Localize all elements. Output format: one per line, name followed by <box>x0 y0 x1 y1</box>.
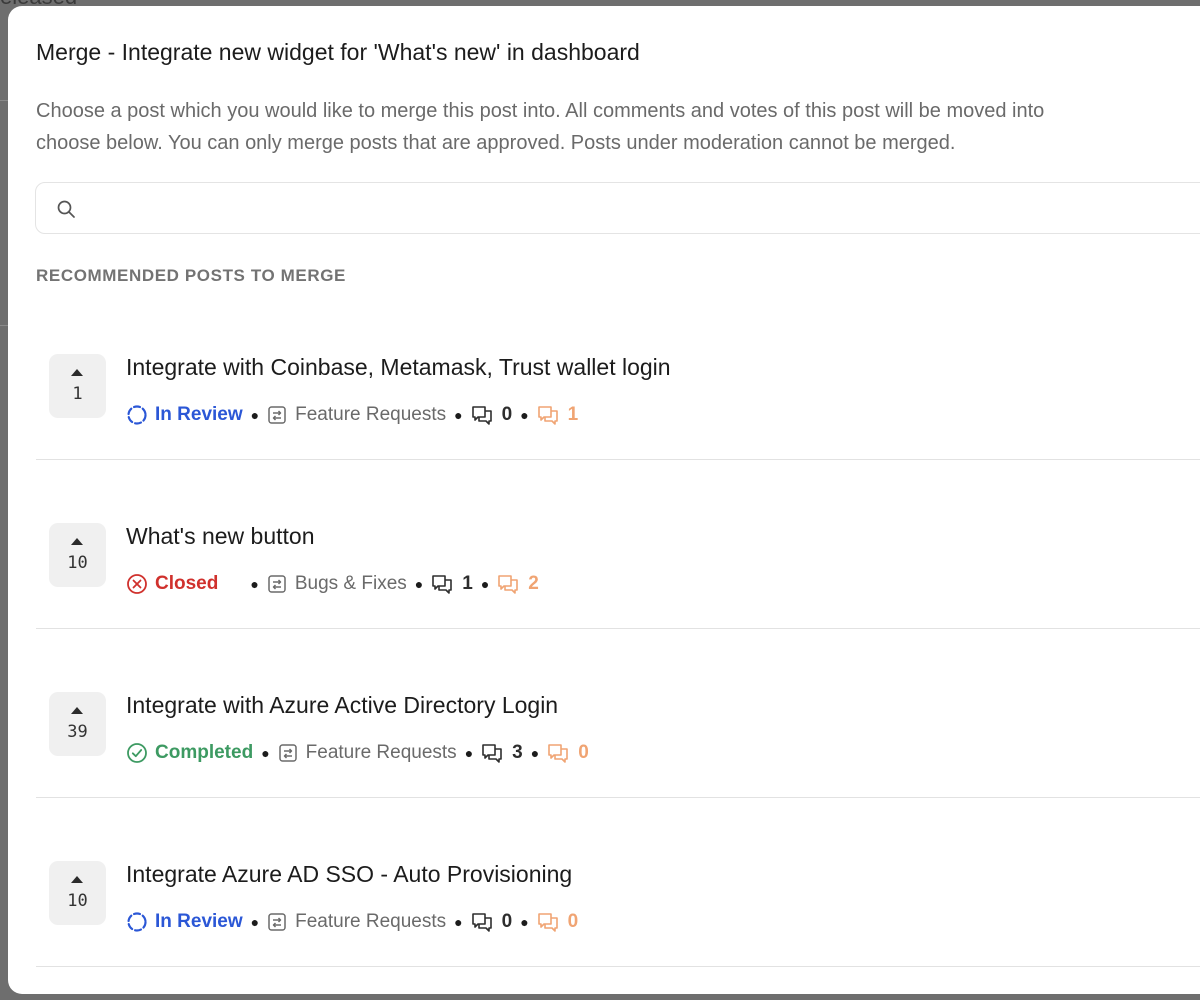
internal-comment-count-value: 2 <box>528 573 539 594</box>
upvote-button[interactable]: 39 <box>49 692 106 756</box>
vote-count: 10 <box>67 891 88 911</box>
post-row[interactable]: 39 Integrate with Azure Active Directory… <box>36 630 1200 798</box>
comment-count-value: 1 <box>462 573 473 594</box>
separator-dot: ● <box>454 407 463 423</box>
board-name: Feature Requests <box>295 911 447 932</box>
status-label: Completed <box>155 742 254 763</box>
merge-modal: Merge - Integrate new widget for 'What's… <box>8 6 1200 994</box>
modal-title: Merge - Integrate new widget for 'What's… <box>36 39 640 65</box>
status-label: In Review <box>155 911 243 932</box>
internal-comment-count-value: 1 <box>567 404 579 425</box>
comment-count: 1 <box>431 573 473 595</box>
internal-comments-icon <box>537 405 568 425</box>
status-badge: In Review <box>126 911 243 933</box>
upvote-arrow-icon <box>71 538 83 545</box>
separator-dot: ● <box>520 407 529 423</box>
post-title[interactable]: Integrate Azure AD SSO - Auto Provisioni… <box>126 861 572 888</box>
post-row[interactable]: 1 Integrate with Coinbase, Metamask, Tru… <box>36 292 1200 460</box>
upvote-button[interactable]: 10 <box>49 861 106 925</box>
post-meta: In Review ● Feature Requests ● 0 ● 1 <box>126 402 578 428</box>
separator-dot: ● <box>520 914 529 930</box>
internal-comment-count-value: 0 <box>578 742 589 763</box>
post-meta: In Review ● Feature Requests ● 0 ● 0 <box>126 909 578 935</box>
vote-count: 10 <box>67 553 88 573</box>
search-box[interactable] <box>35 182 1200 235</box>
in-review-icon <box>126 404 155 426</box>
search-icon <box>57 200 75 218</box>
upvote-button[interactable]: 1 <box>49 354 106 418</box>
separator-dot: ● <box>454 914 463 930</box>
row-divider <box>36 966 1200 967</box>
internal-comment-count: 0 <box>537 911 579 933</box>
section-label: RECOMMENDED POSTS TO MERGE <box>36 266 346 285</box>
vote-count: 39 <box>67 722 88 742</box>
comment-count-value: 0 <box>501 404 513 425</box>
post-title[interactable]: Integrate with Azure Active Directory Lo… <box>126 692 558 719</box>
post-row[interactable]: 10 Integrate Azure AD SSO - Auto Provisi… <box>36 799 1200 967</box>
board-icon <box>267 912 295 932</box>
search-input[interactable] <box>88 183 1192 235</box>
internal-comment-count: 2 <box>497 573 539 595</box>
internal-comment-count: 0 <box>547 742 589 764</box>
post-meta: Closed ● Bugs & Fixes ● 1 ● 2 <box>126 571 539 597</box>
status-badge: In Review <box>126 404 243 426</box>
separator-dot: ● <box>464 745 474 761</box>
comments-icon <box>471 405 502 425</box>
board-name: Feature Requests <box>305 742 457 763</box>
closed-icon <box>126 573 155 595</box>
comment-count: 0 <box>471 911 513 933</box>
board-label: Feature Requests <box>278 742 457 764</box>
board-icon <box>278 743 306 763</box>
board-icon <box>267 574 295 594</box>
separator-dot: ● <box>480 576 490 592</box>
internal-comments-icon <box>537 912 568 932</box>
post-title[interactable]: Integrate with Coinbase, Metamask, Trust… <box>126 354 671 381</box>
separator-dot: ● <box>414 576 424 592</box>
separator-dot: ● <box>261 745 270 761</box>
upvote-button[interactable]: 10 <box>49 523 106 587</box>
status-badge: Completed <box>126 742 253 764</box>
comments-icon <box>481 743 512 763</box>
modal-description: Choose a post which you would like to me… <box>36 95 1200 159</box>
internal-comments-icon <box>497 574 528 594</box>
internal-comments-icon <box>547 743 578 763</box>
internal-comment-count: 1 <box>537 404 579 426</box>
in-review-icon <box>126 911 155 933</box>
status-label: Closed <box>155 573 219 594</box>
vote-count: 1 <box>72 384 83 404</box>
upvote-arrow-icon <box>71 369 83 376</box>
internal-comment-count-value: 0 <box>567 911 579 932</box>
status-badge: Closed <box>126 573 218 595</box>
status-label: In Review <box>155 404 243 425</box>
post-title[interactable]: What's new button <box>126 523 315 550</box>
comment-count-value: 3 <box>512 742 523 763</box>
description-line: choose below. You can only merge posts t… <box>36 132 956 154</box>
post-meta: Completed ● Feature Requests ● 3 ● 0 <box>126 740 589 766</box>
upvote-arrow-icon <box>71 707 83 714</box>
board-icon <box>267 405 295 425</box>
board-label: Feature Requests <box>267 404 446 426</box>
row-divider <box>36 628 1200 629</box>
separator-dot: ● <box>250 407 260 423</box>
comment-count: 0 <box>471 404 513 426</box>
separator-dot: ● <box>250 576 259 592</box>
separator-dot: ● <box>250 914 260 930</box>
row-divider <box>36 797 1200 798</box>
comment-count: 3 <box>481 742 523 764</box>
description-line: Choose a post which you would like to me… <box>36 100 1045 122</box>
comments-icon <box>471 912 502 932</box>
upvote-arrow-icon <box>71 876 83 883</box>
board-name: Feature Requests <box>295 404 447 425</box>
completed-icon <box>126 742 155 764</box>
post-row[interactable]: 10 What's new button Closed ● Bugs & Fix… <box>36 461 1200 629</box>
separator-dot: ● <box>530 745 540 761</box>
board-label: Bugs & Fixes <box>267 573 407 595</box>
board-name: Bugs & Fixes <box>294 573 407 594</box>
comment-count-value: 0 <box>501 911 513 932</box>
board-label: Feature Requests <box>267 911 446 933</box>
comments-icon <box>431 574 462 594</box>
row-divider <box>36 459 1200 460</box>
